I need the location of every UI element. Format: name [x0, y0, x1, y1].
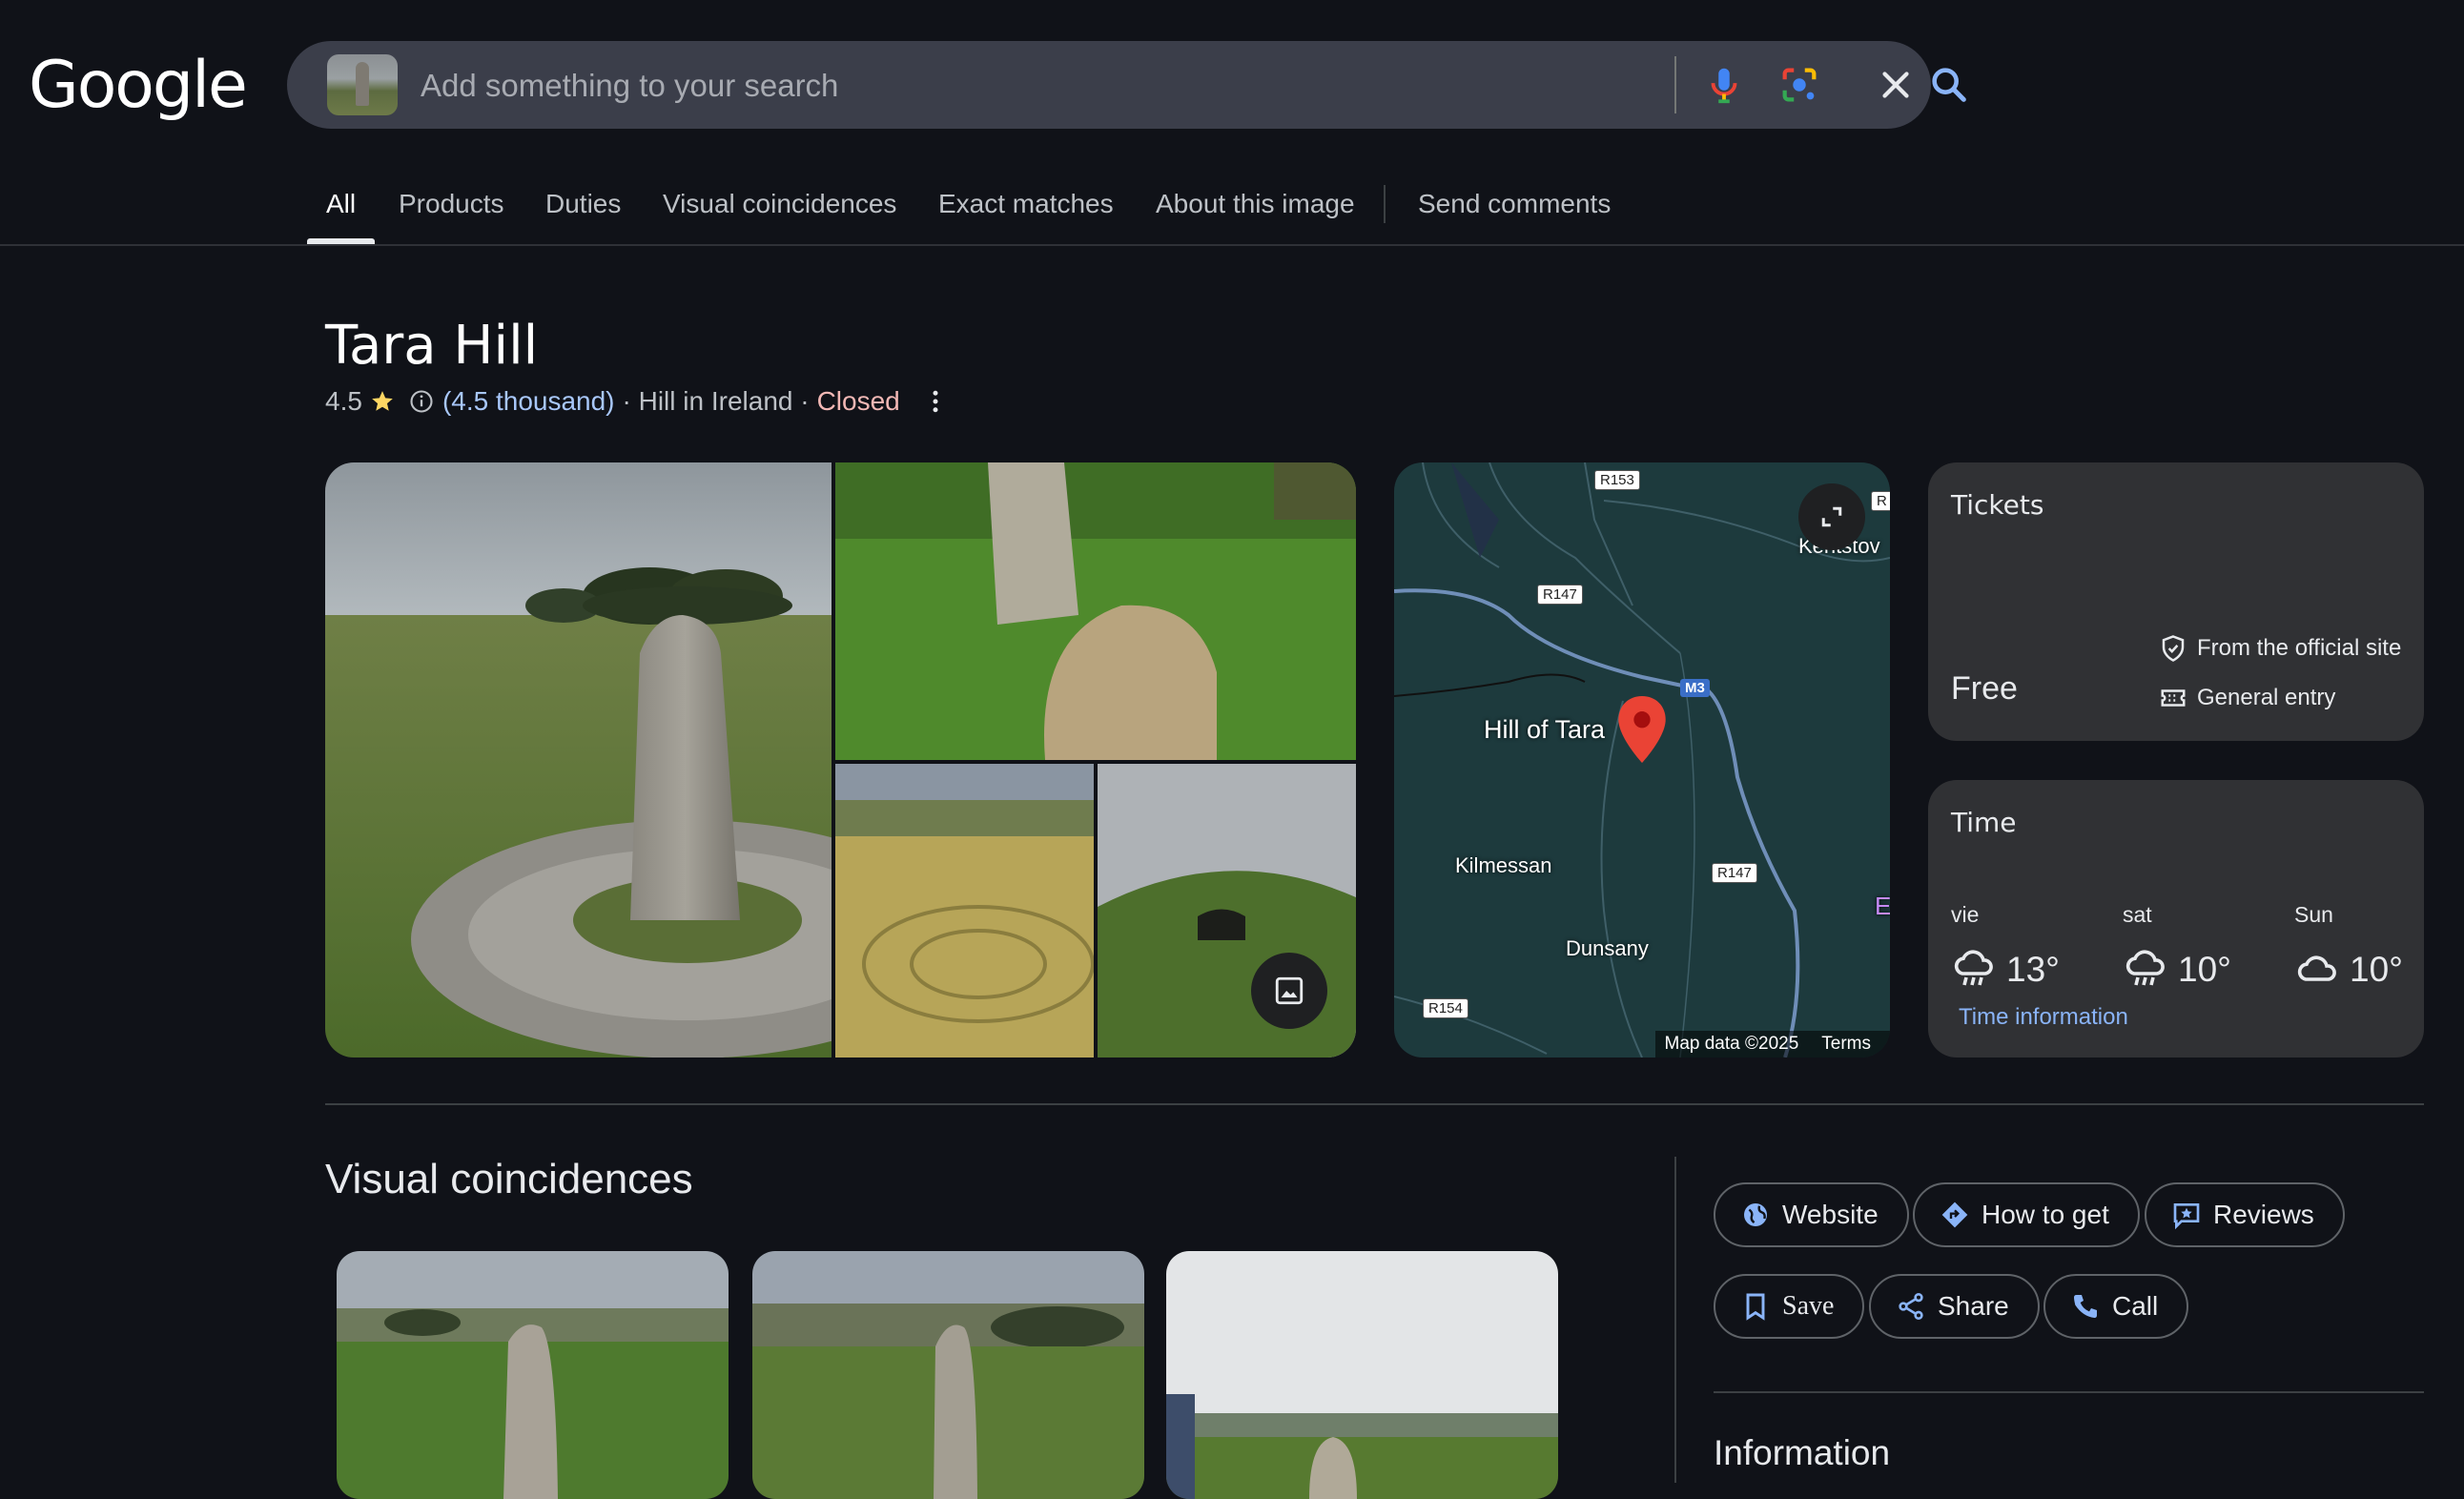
- cloud-icon: [2297, 955, 2336, 981]
- tab-products[interactable]: Products: [399, 189, 504, 219]
- weather-forecast-2: 10°: [2123, 947, 2231, 993]
- rain-cloud-icon: [1954, 950, 1993, 986]
- photo-collage[interactable]: [325, 462, 1356, 1058]
- actions-divider: [1714, 1391, 2424, 1393]
- tab-about-this-image[interactable]: About this image: [1156, 189, 1355, 219]
- place-summary: 4.5 (4.5 thousand) · Hill in Ireland · C…: [325, 386, 950, 417]
- share-icon: [1899, 1293, 1923, 1320]
- section-divider: [325, 1103, 2424, 1105]
- review-star-icon: [2173, 1203, 2200, 1230]
- active-tab-indicator: [307, 238, 375, 244]
- visual-match-card[interactable]: [752, 1251, 1144, 1499]
- star-icon: [372, 391, 393, 411]
- photo-stones-in-grass[interactable]: [835, 462, 1356, 760]
- place-title: Tara Hill: [325, 315, 539, 377]
- search-bar[interactable]: [287, 41, 1966, 129]
- call-button[interactable]: Call: [2043, 1274, 2189, 1339]
- photo-aerial-earthworks[interactable]: [835, 764, 1094, 1058]
- google-logo[interactable]: Google: [29, 48, 248, 123]
- weather-forecast-1: 13°: [1951, 947, 2060, 993]
- weather-day-1: vie: [1951, 902, 1980, 927]
- rain-cloud-icon: [2125, 950, 2165, 986]
- info-icon[interactable]: [408, 388, 435, 415]
- share-button[interactable]: Share: [1869, 1274, 2040, 1339]
- information-heading: Information: [1714, 1433, 1891, 1472]
- save-button[interactable]: Save: [1714, 1274, 1865, 1339]
- ticket-price: Free: [1951, 670, 2018, 707]
- photo-standing-stone[interactable]: [325, 462, 832, 1058]
- phone-icon: [2074, 1295, 2097, 1318]
- tab-all[interactable]: All: [326, 189, 356, 219]
- weather-day-2: sat: [2123, 902, 2152, 927]
- image-icon: [1275, 976, 1304, 1005]
- reviews-count-link[interactable]: (4.5 thousand): [442, 386, 615, 417]
- weather-title: Time: [1951, 807, 2017, 838]
- weather-forecast-3: 10°: [2294, 947, 2403, 993]
- ticket-icon: [2161, 689, 2186, 707]
- search-input[interactable]: [419, 62, 1853, 110]
- tickets-title: Tickets: [1951, 489, 2044, 521]
- weather-day-3: Sun: [2294, 902, 2333, 927]
- reviews-button[interactable]: Reviews: [2145, 1182, 2345, 1247]
- tab-exact-matches[interactable]: Exact matches: [938, 189, 1114, 219]
- search-image-thumbnail[interactable]: [327, 54, 398, 115]
- road-label-edge: R: [1871, 491, 1890, 511]
- tab-duties[interactable]: Duties: [545, 189, 621, 219]
- road-label-r153: R153: [1594, 470, 1640, 490]
- search-divider: [1674, 56, 1676, 113]
- map-place-dunsany: Dunsany: [1566, 936, 1649, 960]
- rating-value: 4.5: [325, 386, 362, 416]
- motorway-label-m3: M3: [1680, 679, 1710, 697]
- open-status: Closed: [816, 386, 900, 416]
- map-terms-link[interactable]: Terms: [1821, 1034, 1871, 1055]
- place-category: · Hill in Ireland ·: [622, 386, 810, 416]
- send-comments-link[interactable]: Send comments: [1418, 189, 1611, 219]
- expand-icon: [1821, 506, 1842, 527]
- road-label-r147-north: R147: [1537, 585, 1583, 605]
- map-place-kilmessan: Kilmessan: [1455, 853, 1552, 877]
- map-pin-icon[interactable]: [1618, 696, 1666, 763]
- column-separator: [1674, 1157, 1676, 1483]
- visual-match-card[interactable]: [1166, 1251, 1558, 1499]
- expand-map-button[interactable]: [1798, 483, 1865, 550]
- how-to-get-button[interactable]: How to get: [1913, 1182, 2140, 1247]
- weather-card: Time vie sat Sun 13° 10° 10° Time inform…: [1928, 780, 2424, 1058]
- map-pin-label[interactable]: Hill of Tara: [1484, 715, 1605, 745]
- directions-icon: [1941, 1201, 1968, 1228]
- bookmark-icon: [1746, 1293, 1765, 1321]
- map-preview[interactable]: R153 R147 R147 R154 R M3 Kentstov Hill o…: [1394, 462, 1890, 1058]
- tickets-card: Tickets Free From the official site Gene…: [1928, 462, 2424, 741]
- road-label-r147-south: R147: [1712, 863, 1757, 883]
- road-label-r154: R154: [1423, 998, 1468, 1018]
- ticket-source[interactable]: From the official site: [2159, 634, 2401, 663]
- tab-separator: [1384, 185, 1386, 223]
- map-place-edge: E: [1875, 892, 1890, 920]
- ticket-type: General entry: [2159, 684, 2335, 712]
- website-button[interactable]: Website: [1714, 1182, 1909, 1247]
- verified-shield-icon: [2162, 635, 2185, 662]
- search-tabs: All Products Duties Visual coincidences …: [0, 172, 2464, 246]
- lens-icon[interactable]: [1777, 63, 1821, 107]
- view-all-photos-button[interactable]: [1251, 953, 1327, 1029]
- map-attribution: Map data ©2025: [1664, 1034, 1799, 1054]
- time-information-link[interactable]: Time information: [1959, 1004, 2128, 1031]
- search-submit-icon[interactable]: [1851, 63, 1966, 107]
- microphone-icon[interactable]: [1702, 63, 1746, 107]
- visual-match-card[interactable]: [337, 1251, 729, 1499]
- map-footer: Map data ©2025 Terms: [1654, 1031, 1890, 1058]
- photo-mound-entrance[interactable]: [1098, 764, 1356, 1058]
- globe-icon: [1744, 1203, 1767, 1226]
- more-options-icon[interactable]: [921, 387, 950, 416]
- tab-visual-coincidences[interactable]: Visual coincidences: [663, 189, 896, 219]
- visual-coincidences-title: Visual coincidences: [325, 1156, 693, 1202]
